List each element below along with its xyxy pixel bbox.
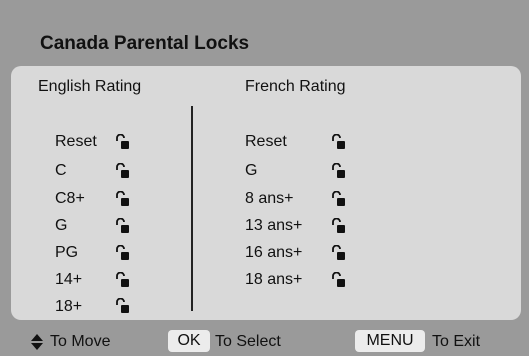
lock-icon[interactable]: [116, 245, 130, 261]
parental-locks-screen: Canada Parental Locks English Rating Fre…: [0, 0, 529, 356]
english-rating-header: English Rating: [38, 78, 142, 95]
french-item-13ans[interactable]: 13 ans+: [245, 217, 302, 237]
up-down-arrows-icon: [31, 334, 43, 350]
french-rating-header: French Rating: [245, 78, 346, 95]
english-item-g[interactable]: G: [55, 217, 67, 237]
french-item-16ans[interactable]: 16 ans+: [245, 244, 302, 264]
french-item-18ans[interactable]: 18 ans+: [245, 271, 302, 291]
lock-icon[interactable]: [332, 272, 346, 288]
lock-icon[interactable]: [116, 218, 130, 234]
lock-icon[interactable]: [332, 134, 346, 150]
lock-icon[interactable]: [332, 191, 346, 207]
menu-key[interactable]: MENU: [355, 330, 425, 352]
move-hint-label: To Move: [50, 333, 111, 350]
french-item-reset[interactable]: Reset: [245, 133, 287, 153]
ok-key[interactable]: OK: [168, 330, 210, 352]
lock-icon[interactable]: [116, 272, 130, 288]
lock-icon[interactable]: [332, 163, 346, 179]
english-item-c8plus[interactable]: C8+: [55, 190, 85, 210]
english-item-pg[interactable]: PG: [55, 244, 78, 264]
english-item-reset[interactable]: Reset: [55, 133, 97, 153]
lock-icon[interactable]: [332, 218, 346, 234]
french-item-g[interactable]: G: [245, 162, 257, 182]
lock-icon[interactable]: [116, 298, 130, 314]
lock-icon[interactable]: [116, 163, 130, 179]
lock-icon[interactable]: [116, 191, 130, 207]
footer-hint-bar: To Move OK To Select MENU To Exit: [0, 327, 529, 356]
page-title: Canada Parental Locks: [40, 33, 250, 54]
lock-icon[interactable]: [116, 134, 130, 150]
english-item-14plus[interactable]: 14+: [55, 271, 82, 291]
column-divider: [191, 106, 193, 311]
lock-icon[interactable]: [332, 245, 346, 261]
english-item-18plus[interactable]: 18+: [55, 298, 82, 318]
english-item-c[interactable]: C: [55, 162, 67, 182]
french-item-8ans[interactable]: 8 ans+: [245, 190, 293, 210]
select-hint-label: To Select: [215, 333, 281, 350]
exit-hint-label: To Exit: [432, 333, 481, 350]
